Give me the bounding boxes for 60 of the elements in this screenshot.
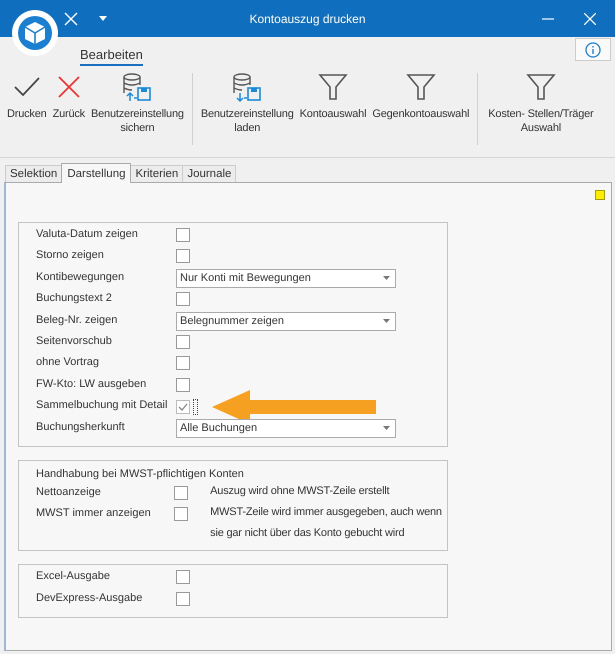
toolbar-button[interactable]: Drucken <box>4 71 50 135</box>
field-label: Beleg-Nr. zeigen <box>36 312 118 326</box>
close-icon[interactable] <box>64 12 78 26</box>
checkbox[interactable] <box>176 334 190 349</box>
field-label: ohne Vortrag <box>36 355 100 368</box>
filter-icon <box>524 71 557 103</box>
caret-icon <box>383 276 390 280</box>
group-title: Handhabung bei MWST-pflichtigen Konten <box>35 466 245 482</box>
checkbox[interactable] <box>176 292 190 306</box>
field-label: MWST immer anzeigen <box>36 506 152 520</box>
field-label: DevExpress-Ausgabe <box>36 590 144 604</box>
field-label: Buchungstext 2 <box>36 291 113 304</box>
checkbox[interactable] <box>176 570 190 584</box>
field-label: Valuta-Datum zeigen <box>36 227 139 240</box>
caret-icon <box>383 426 390 430</box>
checkbox[interactable] <box>176 249 190 264</box>
field-label: Nettoanzeige <box>36 484 102 498</box>
field-label: Kontibewegungen <box>36 270 126 283</box>
toolbar-button[interactable]: Kontoauswahl <box>296 71 370 135</box>
field-label: Storno zeigen <box>36 248 105 262</box>
description-text: MWST-Zeile wird immer ausgegeben, auch wenn sie gar nicht über das Konto gebucht wird <box>210 505 443 542</box>
filter-icon <box>317 71 349 103</box>
checkbox[interactable] <box>176 228 190 242</box>
dropdown[interactable]: Belegnummer zeigen <box>176 312 396 331</box>
close-icon[interactable] <box>584 12 596 24</box>
description-text: Auszug wird ohne MWST-Zeile erstellt <box>210 484 390 499</box>
toolbar-button[interactable]: Kosten- Stellen/Träger Auswahl <box>485 71 597 135</box>
info-button[interactable] <box>575 38 611 61</box>
checkbox[interactable] <box>174 486 188 500</box>
database-save-icon <box>121 71 154 103</box>
status-marker-icon <box>595 190 605 200</box>
dropdown[interactable]: Nur Konti mit Bewegungen <box>176 268 396 288</box>
dropdown[interactable]: Alle Buchungen <box>176 418 396 438</box>
checkbox[interactable] <box>176 356 190 370</box>
tab[interactable]: Journale <box>182 165 236 182</box>
toolbar-button[interactable]: Benutzereinstellung laden <box>198 71 297 135</box>
tab[interactable]: Kriterien <box>130 165 184 182</box>
database-save-icon <box>231 71 264 103</box>
checkbox[interactable] <box>176 592 190 606</box>
field-label: FW-Kto: LW ausgeben <box>36 376 148 390</box>
checkbox[interactable] <box>174 507 188 522</box>
tab[interactable]: Darstellung <box>61 163 132 183</box>
field-label: Buchungsherkunft <box>36 420 126 433</box>
field-label: Sammelbuchung mit Detail <box>36 398 168 412</box>
window-title: Kontoauszug drucken <box>249 12 366 26</box>
toolbar-button[interactable]: Gegenkontoauswahl <box>369 71 472 135</box>
caret-icon <box>383 319 390 324</box>
checkbox[interactable] <box>176 400 190 414</box>
info-icon <box>585 42 601 58</box>
toolbar-button[interactable]: Zurück <box>50 71 88 135</box>
field-label: Excel-Ausgabe <box>36 569 111 582</box>
ribbon-tab[interactable]: Bearbeiten <box>80 42 143 66</box>
filter-icon <box>404 71 437 103</box>
caret-icon[interactable] <box>99 16 107 21</box>
field-label: Seitenvorschub <box>36 334 113 347</box>
checkbox[interactable] <box>176 378 190 392</box>
tab[interactable]: Selektion <box>5 165 62 182</box>
check-icon <box>177 402 189 412</box>
toolbar-button[interactable]: Benutzereinstellung sichern <box>88 71 187 135</box>
cube-logo-icon <box>12 10 58 56</box>
